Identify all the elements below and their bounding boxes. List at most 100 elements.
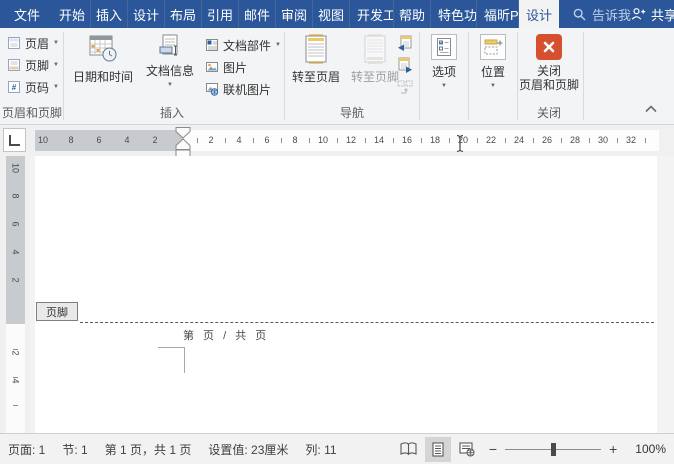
tell-me-label: 告诉我 bbox=[592, 5, 631, 24]
indent-markers[interactable] bbox=[175, 127, 191, 158]
footer-button[interactable]: 页脚 ▼ bbox=[3, 55, 59, 75]
footer-dropdown-caret: ▼ bbox=[53, 62, 59, 68]
tab-stop-selector[interactable] bbox=[3, 128, 26, 152]
collapse-ribbon-button[interactable] bbox=[645, 102, 661, 112]
web-layout-button[interactable] bbox=[453, 437, 481, 462]
zoom-slider[interactable] bbox=[505, 443, 601, 456]
group-label-header-footer: 页眉和页脚 bbox=[1, 104, 63, 121]
quick-parts-button[interactable]: 文档部件 ▼ bbox=[201, 35, 281, 55]
read-mode-icon bbox=[400, 442, 417, 456]
ruler-number: 30 bbox=[589, 130, 617, 151]
ruler-margin-numbers: 108642 bbox=[29, 130, 169, 151]
goto-header-icon bbox=[303, 34, 329, 64]
online-pictures-button[interactable]: 联机图片 bbox=[201, 79, 271, 99]
close-label-line1: 关闭 bbox=[537, 64, 561, 78]
status-page-indicator[interactable]: 页面: 1 bbox=[8, 441, 45, 458]
ruler-number: 24 bbox=[505, 130, 533, 151]
ruler-number: 2 bbox=[2, 344, 30, 363]
tab-insert[interactable]: 插入 bbox=[91, 0, 128, 28]
document-area: 108642 24 页脚 第 页 / 共 页 bbox=[0, 156, 674, 433]
status-page-of-indicator[interactable]: 第 1 页，共 1 页 bbox=[105, 441, 192, 458]
goto-header-button[interactable]: 转至页眉 bbox=[287, 34, 345, 84]
ruler-number: 6 bbox=[253, 130, 281, 151]
share-button[interactable]: 共享 bbox=[631, 0, 674, 28]
online-pictures-icon bbox=[205, 82, 219, 96]
date-time-icon bbox=[88, 34, 118, 62]
first-line-indent-marker[interactable] bbox=[176, 128, 190, 139]
ruler-band[interactable]: 108642 2468101214161820222426283032 bbox=[35, 130, 659, 151]
ruler-number: 8 bbox=[281, 130, 309, 151]
zoom-slider-thumb[interactable] bbox=[551, 443, 556, 456]
zoom-level[interactable]: 100% bbox=[625, 442, 666, 456]
ribbon: 页眉 ▼ 页脚 ▼ # 页码 ▼ 页眉和页脚 bbox=[0, 28, 674, 125]
status-section-indicator[interactable]: 节: 1 bbox=[62, 441, 87, 458]
close-label-line2: 页眉和页脚 bbox=[519, 78, 579, 92]
tell-me-box[interactable]: 告诉我 bbox=[573, 0, 631, 28]
close-header-footer-button[interactable]: 关闭 页眉和页脚 bbox=[514, 34, 584, 92]
status-left: 页面: 1 节: 1 第 1 页，共 1 页 设置值: 23厘米 列: 11 bbox=[0, 441, 337, 458]
link-to-previous-icon bbox=[397, 79, 413, 95]
vertical-ruler-band[interactable]: 108642 24 bbox=[6, 156, 25, 433]
date-time-button[interactable]: 日期和时间 bbox=[66, 34, 140, 84]
goto-footer-icon bbox=[362, 34, 388, 64]
tab-mailings[interactable]: 邮件 bbox=[239, 0, 276, 28]
page-number-icon: # bbox=[7, 80, 21, 94]
header-label: 页眉 bbox=[25, 35, 49, 52]
horizontal-ruler: 108642 2468101214161820222426283032 bbox=[0, 125, 674, 156]
header-button[interactable]: 页眉 ▼ bbox=[3, 33, 59, 53]
ruler-number: 10 bbox=[309, 130, 337, 151]
page-number-button[interactable]: # 页码 ▼ bbox=[3, 77, 59, 97]
status-right: − + 100% bbox=[394, 437, 674, 462]
ruler-number: 32 bbox=[617, 130, 645, 151]
picture-label: 图片 bbox=[223, 59, 247, 76]
ruler-number: 8 bbox=[2, 187, 30, 206]
footer-page-field-text[interactable]: 第 页 / 共 页 bbox=[183, 327, 269, 343]
document-info-label: 文档信息 bbox=[146, 64, 194, 78]
online-pictures-label: 联机图片 bbox=[223, 81, 271, 98]
ruler-number: 18 bbox=[421, 130, 449, 151]
options-button[interactable]: 选项 ▼ bbox=[421, 34, 467, 89]
document-info-button[interactable]: 文档信息 ▼ bbox=[141, 34, 199, 88]
hanging-indent-marker[interactable] bbox=[176, 139, 190, 150]
group-separator bbox=[468, 32, 469, 120]
ruler-number: 8 bbox=[57, 130, 85, 151]
tab-review[interactable]: 审阅 bbox=[276, 0, 313, 28]
document-info-icon bbox=[158, 34, 182, 60]
tab-header-footer-design-active[interactable]: 设计 bbox=[519, 0, 559, 28]
ruler-number: 14 bbox=[365, 130, 393, 151]
ruler-number: 4 bbox=[2, 372, 30, 391]
previous-section-button[interactable] bbox=[396, 34, 414, 52]
tab-view[interactable]: 视图 bbox=[313, 0, 350, 28]
tab-file[interactable]: 文件 bbox=[0, 0, 54, 28]
tab-references[interactable]: 引用 bbox=[202, 0, 239, 28]
tab-developer[interactable]: 开发工具 bbox=[350, 0, 394, 28]
print-layout-button[interactable] bbox=[425, 437, 451, 462]
tab-help[interactable]: 帮助 bbox=[394, 0, 431, 28]
tab-special-features[interactable]: 特色功能 bbox=[431, 0, 477, 28]
tab-home[interactable]: 开始 bbox=[54, 0, 91, 28]
print-layout-icon bbox=[431, 442, 445, 457]
status-column-indicator: 列: 11 bbox=[305, 441, 336, 458]
header-icon bbox=[7, 36, 21, 50]
position-button[interactable]: 位置 ▼ bbox=[470, 34, 516, 89]
close-header-footer-iconbox bbox=[536, 34, 562, 60]
header-dropdown-caret: ▼ bbox=[53, 40, 59, 46]
ruler-number: 28 bbox=[561, 130, 589, 151]
picture-button[interactable]: 图片 bbox=[201, 57, 247, 77]
tab-foxit-pdf[interactable]: 福昕PDF bbox=[477, 0, 519, 28]
status-vertical-position: 设置值: 23厘米 bbox=[208, 441, 288, 458]
group-label-close: 关闭 bbox=[507, 104, 591, 121]
zoom-out-button[interactable]: − bbox=[483, 442, 503, 456]
footer-label: 页脚 bbox=[25, 57, 49, 74]
next-section-button[interactable] bbox=[396, 56, 414, 74]
tab-layout[interactable]: 布局 bbox=[165, 0, 202, 28]
ruler-number: 12 bbox=[337, 130, 365, 151]
zoom-in-button[interactable]: + bbox=[603, 442, 623, 456]
read-mode-button[interactable] bbox=[394, 437, 423, 461]
page[interactable] bbox=[35, 156, 657, 433]
vertical-ruler: 108642 24 bbox=[0, 156, 30, 433]
ribbon-tab-bar: 文件 开始 插入 设计 布局 引用 邮件 审阅 视图 开发工具 帮助 特色功能 … bbox=[0, 0, 674, 28]
position-iconbox bbox=[480, 34, 506, 60]
tab-design[interactable]: 设计 bbox=[128, 0, 165, 28]
share-person-icon bbox=[631, 7, 646, 21]
